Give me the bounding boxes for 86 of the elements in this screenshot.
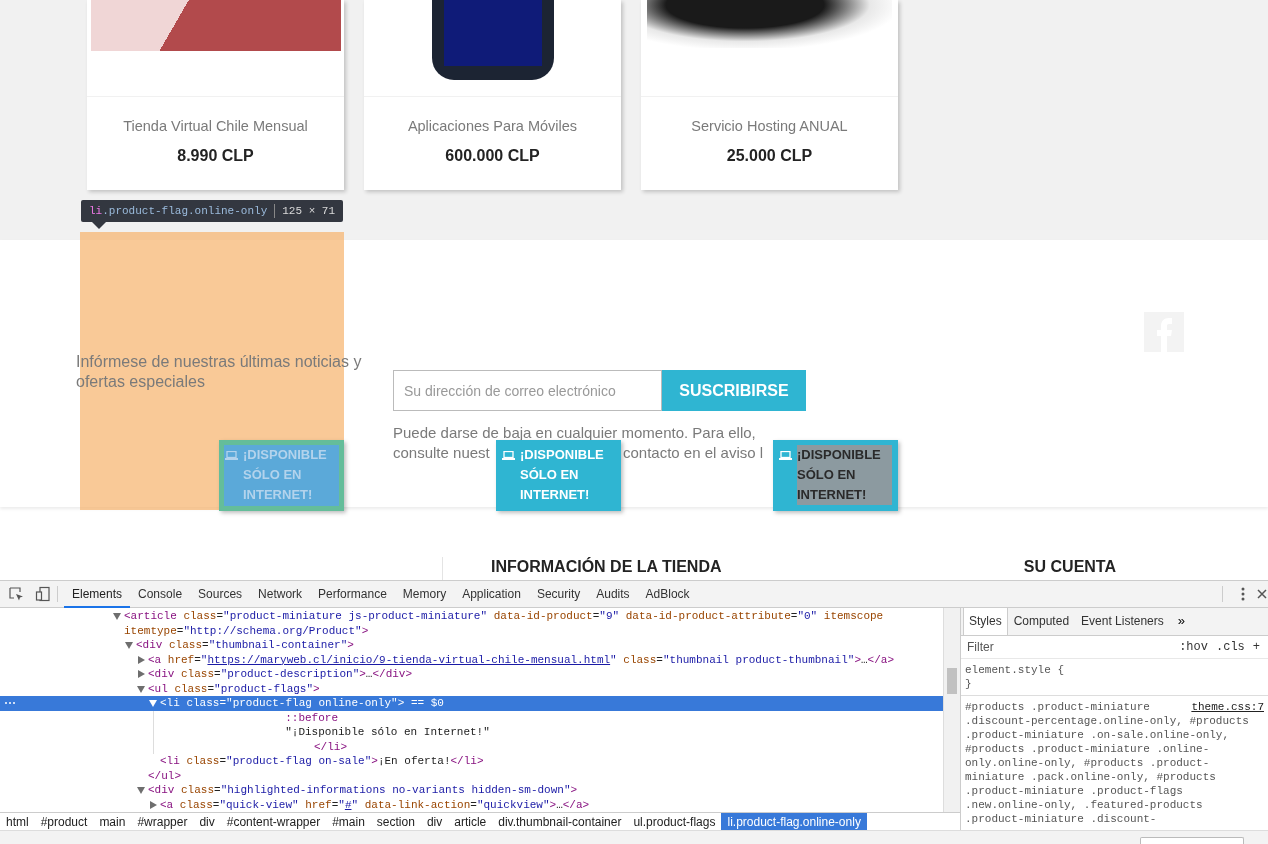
devtools-tab[interactable]: Network [250, 580, 311, 608]
breadcrumb-item[interactable]: #product [34, 813, 94, 830]
breadcrumb-item[interactable]: article [448, 813, 493, 830]
close-icon[interactable] [1257, 589, 1267, 599]
devtools-tab[interactable]: Application [454, 580, 529, 608]
source-link[interactable]: theme.css:7 [1191, 700, 1264, 714]
product-name[interactable]: Servicio Hosting ANUAL [691, 116, 848, 138]
product-price: 25.000 CLP [726, 145, 813, 166]
flag-label: ¡DISPONIBLE SÓLO EN INTERNET! [797, 445, 892, 505]
element-size: 125 × 71 [282, 203, 336, 219]
breadcrumb-item[interactable]: html [0, 813, 35, 830]
scrollbar-thumb[interactable] [947, 668, 957, 694]
hover-state-button[interactable]: :hov [1175, 638, 1212, 656]
add-rule-button[interactable]: + [1248, 638, 1264, 656]
markup-text: <ul class="product-flags"> [148, 681, 320, 696]
product-name[interactable]: Aplicaciones Para Móviles [407, 116, 578, 138]
dom-tree-row[interactable]: <li class="product-flag on-sale">¡En oferta!</li> [0, 754, 943, 769]
laptop-icon [502, 451, 515, 460]
markup-text: <div class="product-description">…</div> [148, 667, 413, 682]
inspect-icon[interactable] [8, 586, 24, 602]
breadcrumb-item[interactable]: #main [326, 813, 371, 830]
product-name[interactable]: Tienda Virtual Chile Mensual [123, 116, 308, 138]
markup-text: "¡Disponible sólo en Internet!" [285, 725, 490, 740]
breadcrumb-item[interactable]: div.thumbnail-container [492, 813, 628, 830]
dom-tree-row[interactable]: <div class="thumbnail-container"> [0, 638, 943, 653]
dom-tree-row[interactable]: "¡Disponible sólo en Internet!" [154, 725, 943, 740]
footer-heading: INFORMACIÓN DE LA TIENDA [491, 557, 722, 577]
unsubscribe-note: consulte nuest [393, 443, 490, 463]
devtools-tab[interactable]: Audits [588, 580, 638, 608]
styles-tab[interactable]: Event Listeners [1075, 608, 1170, 635]
more-icon[interactable] [1239, 586, 1247, 602]
markup-text: <a class="quick-view" href="#" data-link-action="quickview">…</a> [160, 797, 590, 812]
element-selector: li.product-flag.online-only [89, 203, 268, 219]
unsubscribe-note: contacto en el aviso l [623, 443, 764, 463]
disclosure-icon[interactable] [136, 667, 147, 681]
devtools-tab[interactable]: Performance [310, 580, 395, 608]
devtools-tab[interactable]: Memory [394, 580, 455, 608]
dom-tree-row[interactable]: <a class="quick-view" href="#" data-link-action="quickview">…</a> [0, 797, 943, 812]
dom-tree-row[interactable]: <a href="https://maryweb.cl/inicio/9-tienda-virtual-chile-mensual.html" class="thumbnail product-thumbnail">…</a> [0, 652, 943, 667]
breadcrumb-item[interactable]: #wrapper [131, 813, 194, 830]
laptop-icon [225, 451, 238, 460]
styles-tab[interactable]: Styles [963, 608, 1008, 635]
markup-text: ::before [285, 710, 338, 725]
unsubscribe-note: Puede darse de baja en cualquier momento. Para ello, [393, 423, 757, 443]
style-selector: element.style { [965, 663, 1066, 677]
email-field[interactable]: Su dirección de correo electrónico [393, 370, 662, 411]
devtools-tab[interactable]: Sources [190, 580, 251, 608]
more-tabs-button[interactable]: » [1169, 610, 1193, 635]
product-price: 8.990 CLP [177, 145, 254, 166]
devtools-tab[interactable]: Security [528, 580, 589, 608]
markup-text: <article class="product-miniature js-product-miniature" data-id-product="9" data-id-product-attribute="0" itemscope itemtype="http://schema.org/Product"> [124, 609, 885, 638]
dom-tree-row[interactable]: <div class="highlighted-informations no-variants hidden-sm-down"> [0, 783, 943, 798]
drawer-field[interactable] [1140, 837, 1244, 844]
devtools-tab[interactable]: Elements [64, 580, 131, 608]
breadcrumb-item[interactable]: main [93, 813, 132, 830]
markup-text: <div class="highlighted-informations no-variants hidden-sm-down"> [148, 783, 578, 798]
flag-label: ¡DISPONIBLE SÓLO EN INTERNET! [243, 446, 328, 504]
markup-text: <a href="https://maryweb.cl/inicio/9-tienda-virtual-chile-mensual.html" class="thumbnail product-thumbnail">…</a> [148, 652, 894, 667]
markup-text: <li class="product-flag online-only"> == $0 [160, 696, 444, 711]
styles-tab[interactable]: Computed [1007, 608, 1076, 635]
footer-heading: SU CUENTA [1023, 557, 1116, 577]
dom-tree-row[interactable]: <ul class="product-flags"> [0, 681, 943, 696]
breadcrumb-item[interactable]: ul.product-flags [627, 813, 722, 830]
breadcrumb-item[interactable]: #content-wrapper [220, 813, 327, 830]
class-button[interactable]: .cls [1212, 638, 1249, 656]
breadcrumb-item[interactable]: li.product-flag.online-only [721, 813, 867, 830]
style-selector: #products .product-miniature [965, 700, 1150, 714]
dom-tree-row[interactable]: <li class="product-flag online-only"> == $0 [0, 696, 943, 711]
dom-tree-row[interactable]: <article class="product-miniature js-product-miniature" data-id-product="9" data-id-product-attribute="0" itemscope itemtype="http://schema.org/Product"> [0, 609, 943, 638]
flag-label: ¡DISPONIBLE SÓLO EN INTERNET! [520, 446, 605, 504]
markup-text: </li> [314, 739, 347, 754]
breadcrumb-item[interactable]: section [370, 813, 421, 830]
markup-text: <li class="product-flag on-sale">¡En oferta!</li> [160, 754, 484, 769]
breadcrumb-item[interactable]: div [420, 813, 449, 830]
markup-text: <div class="thumbnail-container"> [136, 638, 354, 653]
breadcrumb-item[interactable]: div [193, 813, 221, 830]
devtools-tab[interactable]: AdBlock [637, 580, 698, 608]
dom-tree-row[interactable]: ::before [154, 710, 943, 725]
device-icon[interactable] [35, 586, 51, 602]
style-selector: .discount-percentage.online-only, #products .product-miniature .on-sale.online-only, #products .product-miniature .online-only.online-only, #products .product-miniature .pack.online-only, #products .product-miniature .product-flags .new.online-only, .featured-products .product-miniature .discount- [965, 714, 1250, 826]
product-price: 600.000 CLP [445, 145, 540, 166]
laptop-icon [779, 451, 792, 460]
style-brace: } [965, 677, 973, 691]
dom-tree-row[interactable]: <div class="product-description">…</div> [0, 667, 943, 682]
markup-text: </ul> [148, 768, 181, 783]
devtools-tab[interactable]: Console [130, 580, 191, 608]
